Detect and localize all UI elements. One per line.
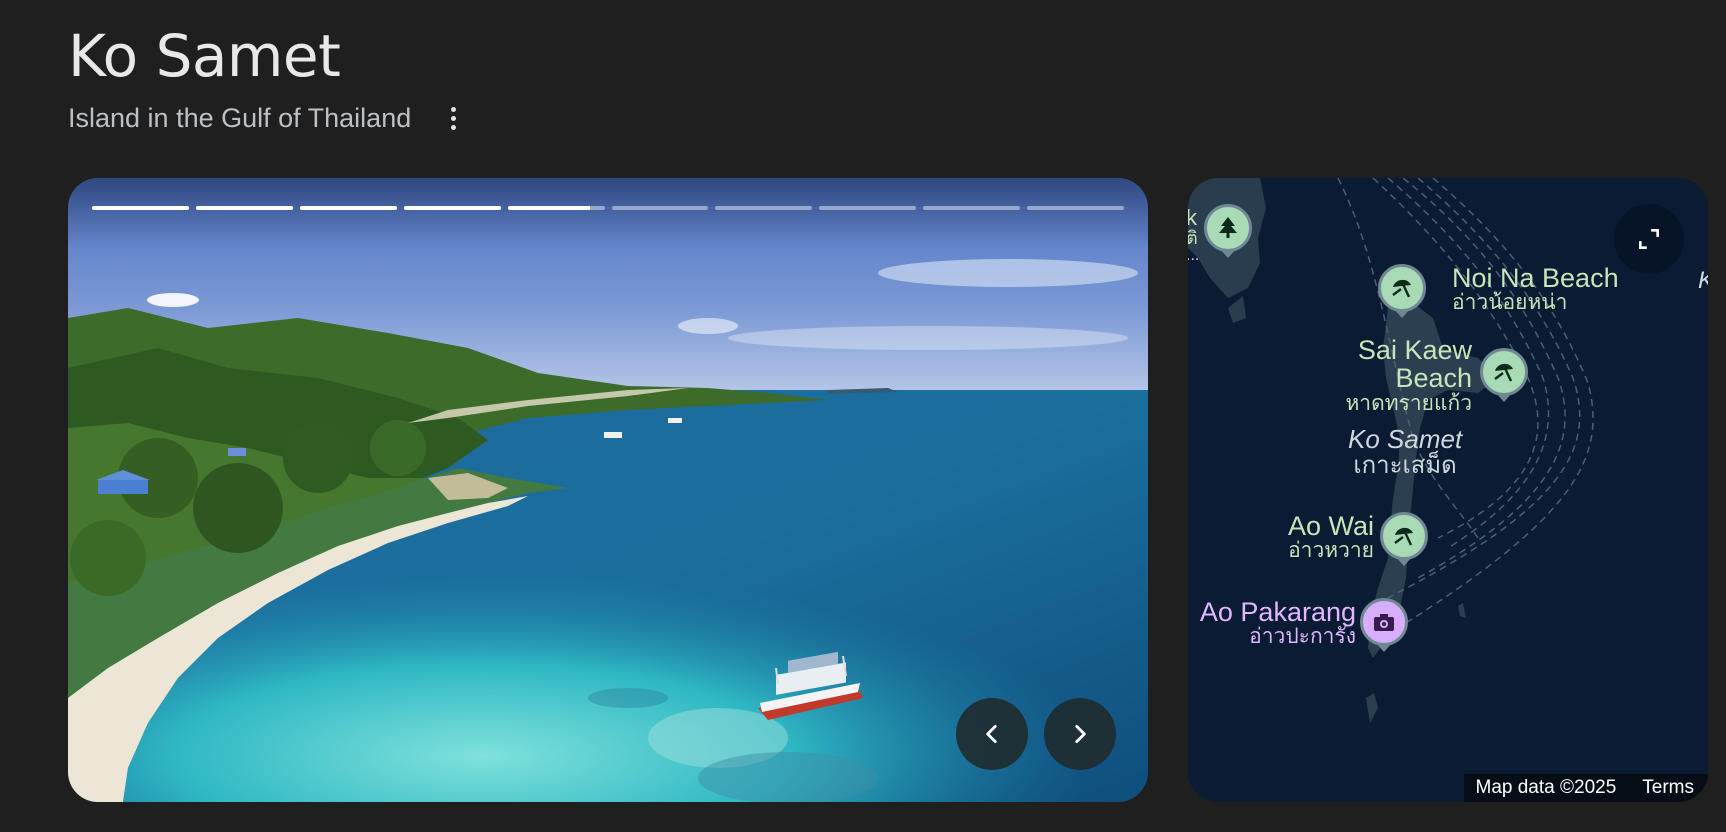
progress-segment — [819, 206, 917, 210]
more-options-button[interactable] — [435, 100, 471, 136]
previous-photo-button[interactable] — [956, 698, 1028, 770]
ao-wai-pin[interactable] — [1380, 512, 1428, 560]
map-base — [1188, 178, 1708, 802]
beach-icon — [1394, 527, 1413, 546]
progress-fill — [507, 206, 590, 210]
beach-icon — [1494, 363, 1513, 382]
ao-wai-label[interactable]: Ao Wai อ่าวหวาย — [1288, 512, 1374, 562]
progress-segment — [92, 206, 189, 210]
ao-pakarang-pin[interactable] — [1360, 598, 1408, 646]
progress-fill — [403, 206, 501, 210]
terms-link[interactable]: Terms — [1642, 777, 1694, 799]
partial-map-label-right: K — [1698, 268, 1708, 293]
progress-segment — [507, 206, 605, 210]
progress-fill — [92, 206, 189, 210]
progress-segment — [299, 206, 397, 210]
more-vert-icon — [450, 106, 456, 130]
partial-map-label: k ติ ... — [1188, 205, 1200, 264]
noi-na-beach-label[interactable]: Noi Na Beach อ่าวน้อยหน่า — [1452, 264, 1619, 314]
fullscreen-icon — [1639, 229, 1659, 249]
sai-kaew-beach-pin[interactable] — [1480, 348, 1528, 396]
camera-icon — [1374, 614, 1394, 631]
progress-segment — [1027, 206, 1125, 210]
progress-segment — [715, 206, 813, 210]
progress-segment — [195, 206, 293, 210]
park-pin[interactable] — [1204, 204, 1252, 252]
progress-segment — [923, 206, 1021, 210]
progress-segment — [403, 206, 501, 210]
map-attribution: Map data ©2025 — [1475, 777, 1617, 798]
photo-progress-bar — [92, 206, 1125, 210]
ko-samet-label[interactable]: Ko Samet เกาะเสม็ด — [1348, 425, 1462, 478]
ao-pakarang-label[interactable]: Ao Pakarang อ่าวปะการัง — [1200, 598, 1356, 648]
page-subtitle: Island in the Gulf of Thailand — [68, 102, 412, 133]
chevron-left-icon — [986, 725, 997, 743]
location-map[interactable]: k ติ ... K Noi Na Beach อ่าวน้อยหน่า Sai… — [1188, 178, 1708, 802]
expand-map-button[interactable] — [1614, 204, 1684, 274]
subtitle-row: Island in the Gulf of Thailand — [68, 100, 471, 136]
progress-fill — [299, 206, 397, 210]
photo-carousel[interactable] — [68, 178, 1148, 802]
noi-na-beach-pin[interactable] — [1378, 264, 1426, 312]
chevron-right-icon — [1075, 725, 1086, 743]
next-photo-button[interactable] — [1044, 698, 1116, 770]
progress-segment — [611, 206, 709, 210]
sai-kaew-beach-label[interactable]: Sai Kaew Beach หาดทรายแก้ว — [1345, 336, 1472, 415]
map-footer: Map data ©2025 Terms — [1463, 774, 1708, 802]
progress-fill — [195, 206, 293, 210]
beach-icon — [1392, 279, 1411, 298]
page-title: Ko Samet — [68, 22, 341, 90]
tree-icon — [1219, 217, 1237, 238]
